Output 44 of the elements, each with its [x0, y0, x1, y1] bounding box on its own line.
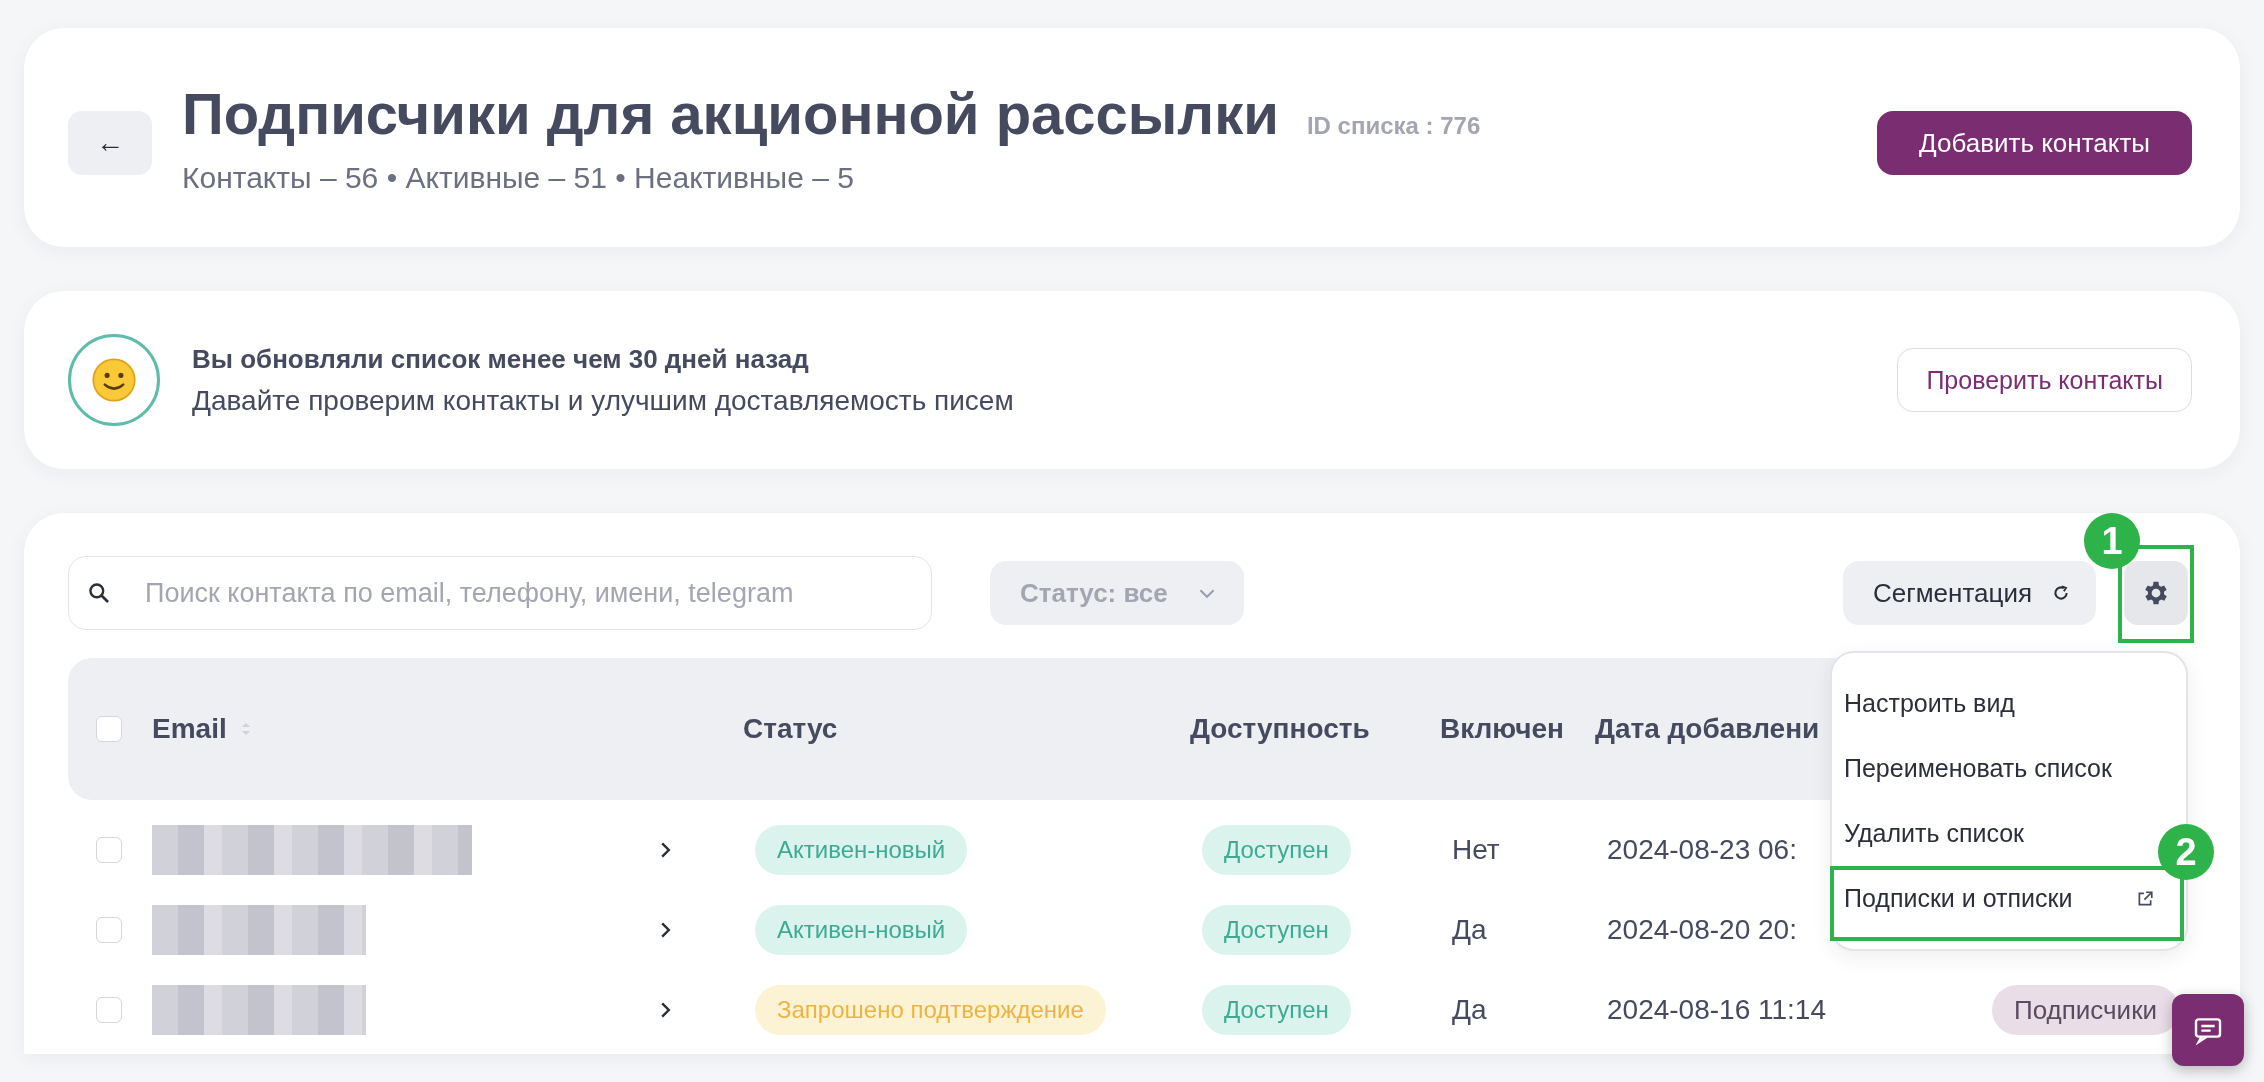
availability-tag: Доступен — [1202, 985, 1351, 1035]
checkbox[interactable] — [96, 837, 122, 863]
column-header: Включен — [1440, 713, 1564, 745]
segmentation-button[interactable]: Сегментация — [1843, 561, 2096, 625]
chevron-right-icon[interactable] — [660, 1001, 671, 1019]
chevron-right-icon[interactable] — [660, 921, 671, 939]
settings-button[interactable] — [2124, 561, 2188, 625]
checkbox[interactable] — [96, 716, 122, 742]
status-tag: Активен-новый — [755, 905, 968, 955]
notice-text: Давайте проверим контакты и улучшим доставляемость писем — [192, 384, 1015, 417]
contact-stats: Контакты – 56 • Активные – 51 • Неактивные – 5 — [182, 161, 855, 195]
status-tag: Запрошено подтверждение — [755, 985, 1106, 1035]
availability-tag: Доступен — [1202, 825, 1351, 875]
list-id: ID списка : 776 — [1306, 112, 1481, 140]
menu-item[interactable]: Удалить список — [1836, 801, 2037, 866]
smiley-icon — [68, 334, 160, 426]
table-cell: 2024-08-20 20: — [1607, 914, 1797, 946]
column-header: Дата добавлени — [1595, 713, 1820, 745]
status-tag: Активен-новый — [755, 825, 968, 875]
column-header: Email — [152, 713, 227, 745]
callout-number: 2 — [2158, 824, 2214, 880]
table-cell: Да — [1452, 994, 1487, 1026]
back-button[interactable]: ← — [68, 111, 152, 175]
notice-title: Вы обновляли список менее чем 30 дней назад — [192, 343, 810, 375]
callout-number: 1 — [2084, 513, 2140, 569]
menu-item[interactable]: Настроить вид — [1836, 671, 2027, 736]
table-cell: Нет — [1452, 834, 1500, 866]
check-contacts-button[interactable]: Проверить контакты — [1897, 348, 2192, 412]
table-cell: Да — [1452, 914, 1487, 946]
checkbox[interactable] — [96, 997, 122, 1023]
chevron-down-icon — [1197, 587, 1216, 599]
menu-item[interactable]: Переименовать список — [1836, 736, 2124, 801]
refresh-icon — [2052, 584, 2070, 602]
table-cell: 2024-08-16 11:14 — [1607, 994, 1826, 1026]
chat-button[interactable] — [2172, 994, 2244, 1066]
search-field[interactable]: Поиск контакта по email, телефону, имени, telegram — [68, 556, 932, 630]
availability-tag: Доступен — [1202, 905, 1351, 955]
table-cell: 2024-08-23 06: — [1607, 834, 1797, 866]
column-header: Статус — [743, 713, 838, 745]
column-header: Доступность — [1190, 713, 1370, 745]
page-title: Подписчики для акционной рассылки — [182, 80, 1279, 147]
add-contacts-button[interactable]: Добавить контакты — [1877, 111, 2192, 175]
chevron-right-icon[interactable] — [660, 841, 671, 859]
checkbox[interactable] — [96, 917, 122, 943]
